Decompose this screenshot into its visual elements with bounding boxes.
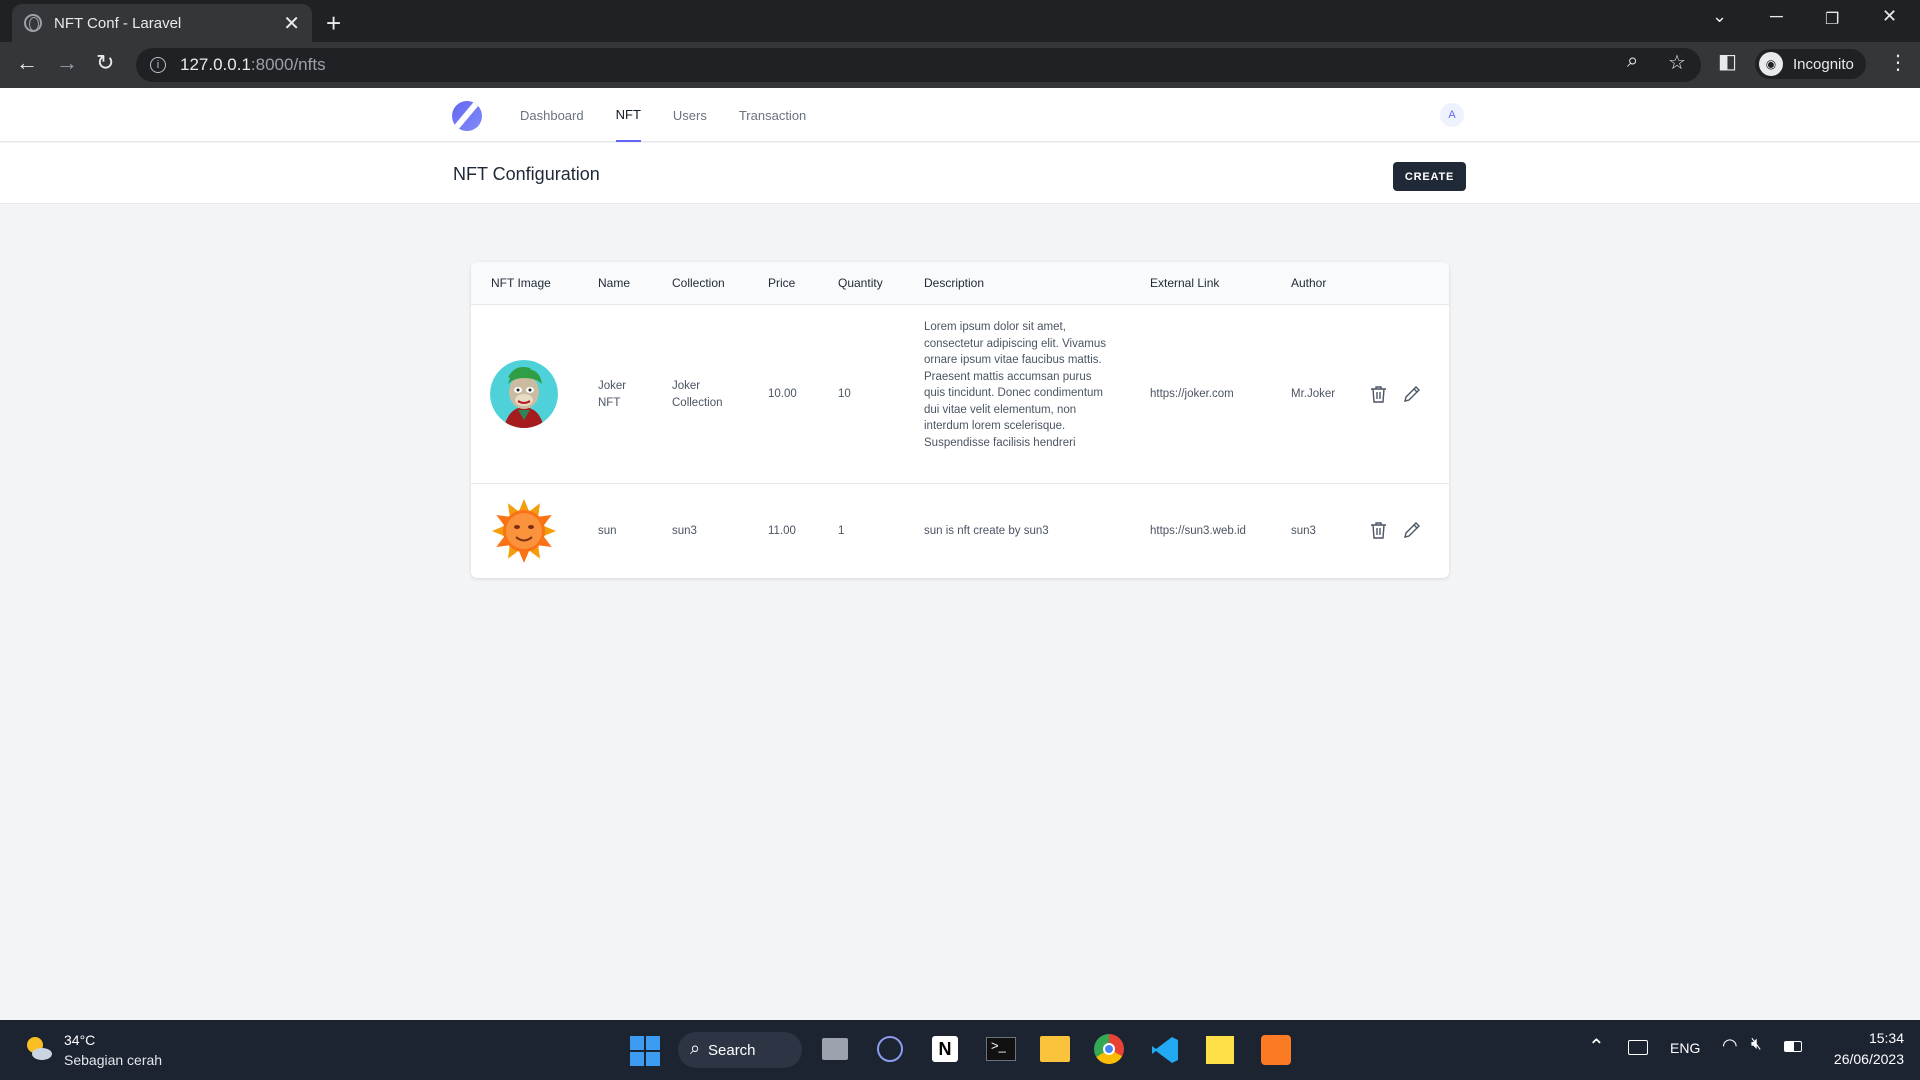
table-header: NFT Image Name Collection Price Quantity…: [471, 262, 1449, 305]
language-indicator[interactable]: ENG: [1670, 1040, 1700, 1056]
nft-table: NFT Image Name Collection Price Quantity…: [471, 262, 1449, 578]
header-author: Author: [1291, 276, 1327, 290]
taskbar: 34°C Sebagian cerah ⌕ Search N >_ ⌃ ENG …: [0, 1020, 1920, 1080]
minimize-icon[interactable]: ─: [1770, 6, 1783, 27]
pencil-icon[interactable]: [1403, 521, 1421, 544]
page-title: NFT Configuration: [453, 164, 600, 184]
browser-menu-icon[interactable]: ⋮: [1888, 50, 1908, 75]
chrome-icon[interactable]: [1094, 1034, 1124, 1064]
terminal-icon[interactable]: >_: [986, 1037, 1016, 1061]
tray-chevron-up-icon[interactable]: ⌃: [1588, 1034, 1605, 1059]
clock-time[interactable]: 15:34: [1820, 1030, 1904, 1046]
site-info-icon[interactable]: i: [150, 57, 166, 73]
header-collection: Collection: [672, 276, 725, 290]
weather-temp[interactable]: 34°C: [64, 1032, 95, 1048]
nft-description: Lorem ipsum dolor sit amet, consectetur …: [924, 321, 1106, 449]
header-name: Name: [598, 276, 631, 290]
weather-desc[interactable]: Sebagian cerah: [64, 1052, 162, 1068]
page-header: NFT Configuration CREATE: [0, 143, 1920, 204]
app-logo[interactable]: [452, 101, 482, 131]
notion-icon[interactable]: N: [932, 1036, 958, 1062]
nft-image-joker: [490, 360, 558, 428]
browser-tabstrip: NFT Conf - Laravel ✕ + ⌄ ─ ❐ ✕: [0, 0, 1920, 42]
nft-author: Mr.Joker: [1291, 388, 1336, 400]
nft-quantity: 1: [838, 525, 845, 537]
search-label: Search: [708, 1041, 756, 1059]
header-description: Description: [924, 276, 985, 290]
browser-tab[interactable]: NFT Conf - Laravel ✕: [12, 4, 312, 42]
xampp-icon[interactable]: [1261, 1035, 1291, 1065]
header-nft-image: NFT Image: [491, 276, 551, 290]
nav-dashboard[interactable]: Dashboard: [520, 88, 584, 142]
nft-collection: Joker Collection: [672, 380, 723, 409]
header-external-link: External Link: [1150, 276, 1220, 290]
restore-icon[interactable]: ❐: [1825, 9, 1839, 29]
weather-icon: [22, 1032, 54, 1064]
trash-icon[interactable]: [1370, 385, 1387, 409]
speaker-muted-icon[interactable]: 🔇︎: [1751, 1034, 1762, 1054]
incognito-label: Incognito: [1793, 55, 1854, 73]
url-path: :8000/nfts: [250, 55, 326, 74]
tab-search-chevron-icon[interactable]: ⌄: [1712, 6, 1727, 27]
nav-transaction[interactable]: Transaction: [739, 88, 806, 142]
nav-nft[interactable]: NFT: [615, 88, 641, 142]
nft-author: sun3: [1291, 525, 1316, 537]
url-host: 127.0.0.1: [180, 55, 251, 74]
task-view-icon[interactable]: [822, 1038, 848, 1060]
vscode-icon[interactable]: [1150, 1035, 1180, 1065]
app-header: Dashboard NFT Users Transaction A: [0, 88, 1920, 142]
new-tab-icon[interactable]: +: [326, 8, 341, 39]
incognito-badge[interactable]: ◉ Incognito: [1755, 49, 1866, 79]
start-icon[interactable]: [630, 1036, 660, 1066]
window-close-icon[interactable]: ✕: [1882, 6, 1897, 27]
main-nav: Dashboard NFT Users Transaction: [520, 88, 838, 142]
nav-users[interactable]: Users: [673, 88, 707, 142]
reload-icon[interactable]: ↻: [96, 50, 114, 76]
keyboard-icon[interactable]: [1628, 1040, 1648, 1055]
header-price: Price: [768, 276, 796, 290]
globe-icon: [24, 14, 42, 32]
file-explorer-icon[interactable]: [1040, 1036, 1070, 1062]
trash-icon[interactable]: [1370, 521, 1387, 545]
pencil-icon[interactable]: [1403, 385, 1421, 408]
table-row: Joker NFT Joker Collection 10.00 10 Lore…: [471, 305, 1449, 484]
back-icon[interactable]: ←: [16, 50, 38, 76]
side-panel-icon[interactable]: ◧: [1718, 49, 1737, 74]
nft-quantity: 10: [838, 388, 851, 400]
zoom-icon[interactable]: ⌕: [1627, 50, 1638, 73]
user-avatar[interactable]: A: [1440, 103, 1464, 127]
create-button[interactable]: CREATE: [1393, 162, 1466, 191]
nft-name: Joker NFT: [598, 380, 627, 409]
forward-icon[interactable]: →: [56, 50, 78, 76]
table-row: sun sun3 11.00 1 sun is nft create by su…: [471, 484, 1449, 578]
incognito-icon: ◉: [1759, 52, 1783, 76]
copilot-icon[interactable]: [877, 1036, 903, 1062]
nft-price: 10.00: [768, 388, 797, 400]
nft-collection: sun3: [672, 525, 697, 537]
nft-external-link[interactable]: https://joker.com: [1150, 386, 1234, 403]
nft-image-sun: [490, 497, 558, 565]
nft-price: 11.00: [768, 525, 796, 537]
bookmark-star-icon[interactable]: ☆: [1668, 50, 1686, 75]
sticky-notes-icon[interactable]: [1206, 1036, 1234, 1064]
search-icon: ⌕: [690, 1038, 701, 1058]
header-quantity: Quantity: [838, 276, 883, 290]
wifi-icon[interactable]: ◠: [1722, 1035, 1738, 1056]
nft-external-link[interactable]: https://sun3.web.id: [1150, 523, 1246, 540]
nft-name: sun: [598, 525, 617, 537]
taskbar-search[interactable]: ⌕ Search: [678, 1032, 802, 1068]
tab-title: NFT Conf - Laravel: [54, 14, 182, 32]
address-bar[interactable]: i 127.0.0.1:8000/nfts: [136, 48, 1701, 82]
nft-description: sun is nft create by sun3: [924, 525, 1049, 537]
tab-close-icon[interactable]: ✕: [283, 11, 300, 36]
clock-date[interactable]: 26/06/2023: [1800, 1051, 1904, 1067]
